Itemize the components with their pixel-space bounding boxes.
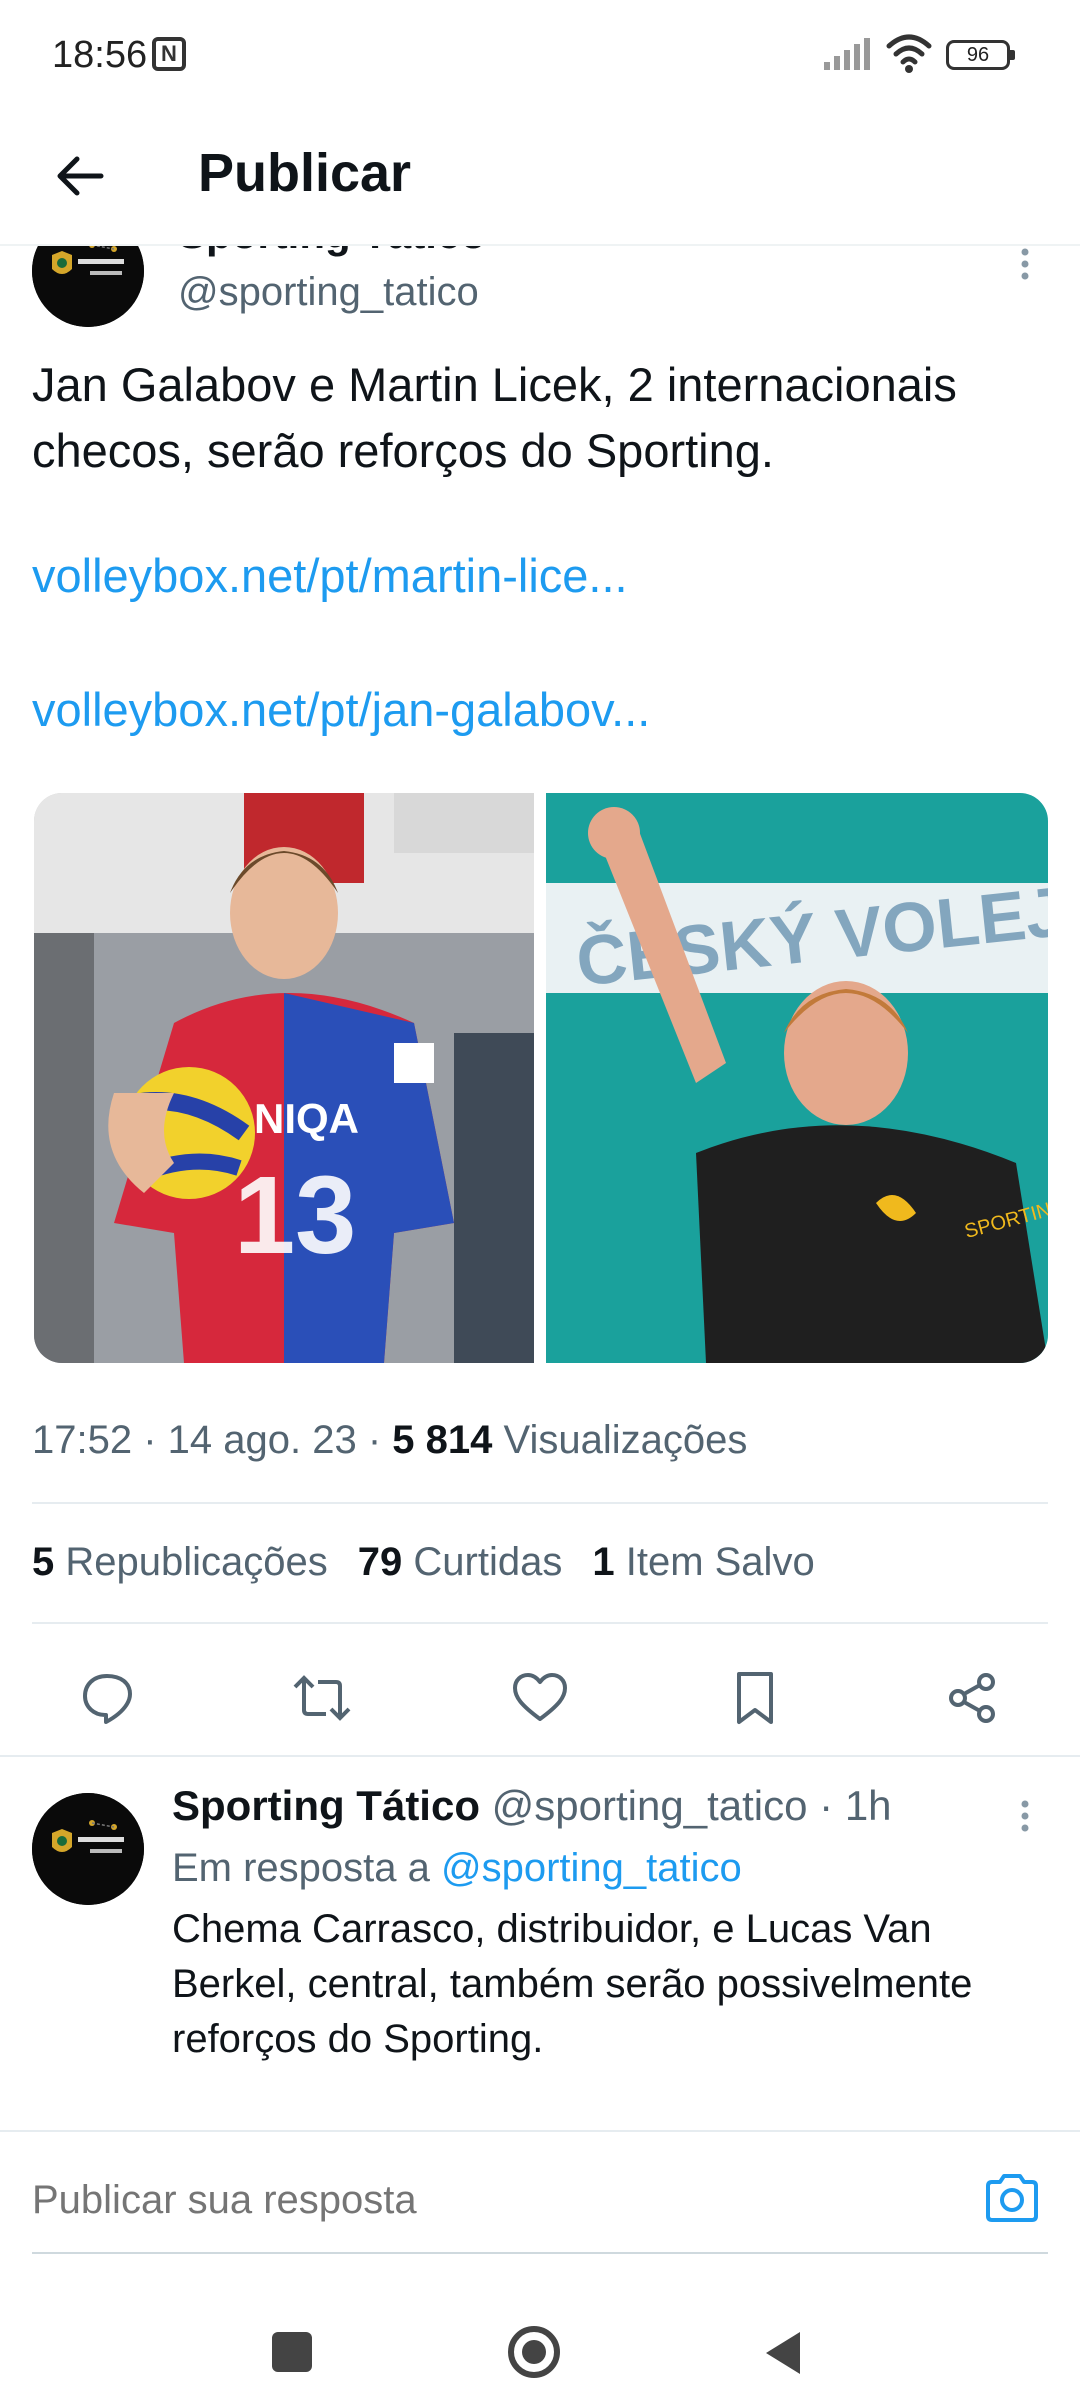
top-header: Publicar	[0, 110, 1080, 246]
reply-icon	[83, 1674, 132, 1724]
composer-underline	[32, 2252, 1048, 2254]
svg-text:13: 13	[234, 1154, 356, 1277]
back-button[interactable]	[40, 136, 120, 216]
reply-button[interactable]	[69, 1660, 145, 1736]
views-count: 5 814	[392, 1418, 493, 1462]
reply-author-name[interactable]: Sporting Tático	[172, 1782, 480, 1829]
thread-divider	[0, 1755, 1080, 1757]
post-image-1[interactable]: NIQA 13	[34, 793, 534, 1363]
divider	[32, 1502, 1048, 1504]
post-date: 14 ago. 23	[167, 1418, 357, 1462]
reply-time: 1h	[844, 1782, 892, 1829]
wifi-icon	[886, 34, 932, 73]
reply-input[interactable]	[32, 2178, 972, 2223]
arrow-left-icon	[57, 156, 104, 196]
nfc-icon: N	[152, 37, 186, 71]
signal-icon	[824, 38, 870, 70]
post-text: Jan Galabov e Martin Licek, 2 internacio…	[32, 358, 957, 477]
likes-count: 79	[357, 1540, 403, 1584]
actions-row	[0, 1640, 1080, 1750]
system-nav-bar	[0, 2290, 1080, 2400]
reply-context-handle[interactable]: @sporting_tatico	[441, 1846, 742, 1890]
reply-context: Em resposta a @sporting_tatico	[172, 1846, 742, 1891]
views-label: Visualizações	[503, 1418, 748, 1462]
post-image-2[interactable]: ČESKÝ VOLEJB SPORTING	[546, 793, 1048, 1363]
reply-context-prefix: Em resposta a	[172, 1846, 430, 1890]
share-icon	[949, 1673, 995, 1723]
saves-count: 1	[592, 1540, 615, 1584]
volleyball-player-image: NIQA 13	[34, 793, 534, 1363]
reply-separator: ·	[807, 1782, 845, 1829]
post-time: 17:52	[32, 1418, 133, 1462]
share-button[interactable]	[934, 1660, 1010, 1736]
page-title: Publicar	[198, 143, 412, 203]
more-options-icon[interactable]	[1010, 1796, 1040, 1836]
saves-stat[interactable]: 1 Item Salvo	[592, 1540, 814, 1584]
post-handle[interactable]: @sporting_tatico	[178, 270, 479, 315]
svg-text:NIQA: NIQA	[254, 1095, 359, 1142]
stats-row: 5 Republicações 79 Curtidas 1 Item Salvo	[32, 1540, 815, 1585]
reposts-count: 5	[32, 1540, 55, 1584]
repost-button[interactable]	[284, 1660, 360, 1736]
recents-icon[interactable]	[272, 2332, 312, 2372]
reply-avatar[interactable]	[32, 1793, 144, 1905]
likes-stat[interactable]: 79 Curtidas	[358, 1540, 563, 1584]
volleyball-player-image: ČESKÝ VOLEJB SPORTING	[546, 793, 1048, 1363]
camera-icon[interactable]	[982, 2170, 1042, 2226]
bookmark-button[interactable]	[717, 1660, 793, 1736]
reply-text: Chema Carrasco, distribuidor, e Lucas Va…	[172, 1907, 973, 2061]
bookmark-icon	[737, 1672, 773, 1724]
post-link-2[interactable]: volleybox.net/pt/jan-galabov...	[32, 682, 650, 737]
reposts-label: Republicações	[65, 1540, 328, 1584]
battery-tip	[1010, 50, 1015, 60]
home-icon[interactable]	[508, 2326, 560, 2378]
reposts-stat[interactable]: 5 Republicações	[32, 1540, 328, 1584]
back-triangle-icon[interactable]	[760, 2328, 806, 2378]
like-icon	[513, 1673, 567, 1721]
post-link-1[interactable]: volleybox.net/pt/martin-lice...	[32, 548, 628, 603]
likes-label: Curtidas	[413, 1540, 563, 1584]
divider	[32, 1622, 1048, 1624]
home-dot	[522, 2340, 546, 2364]
composer-divider	[0, 2130, 1080, 2132]
saves-label: Item Salvo	[625, 1540, 815, 1584]
status-bar: 18:56 N 96	[0, 0, 1080, 110]
reply-handle[interactable]: @sporting_tatico	[492, 1782, 808, 1829]
repost-icon	[293, 1675, 351, 1721]
post-meta: 17:52 · 14 ago. 23 · 5 814 Visualizações	[32, 1418, 748, 1462]
reply-header: Sporting Tático @sporting_tatico · 1h	[172, 1782, 892, 1830]
sporting-logo-icon	[32, 1793, 144, 1905]
like-button[interactable]	[502, 1660, 578, 1736]
more-options-icon[interactable]	[1010, 244, 1040, 284]
status-time: 18:56	[52, 34, 148, 76]
battery-icon: 96	[946, 40, 1010, 70]
